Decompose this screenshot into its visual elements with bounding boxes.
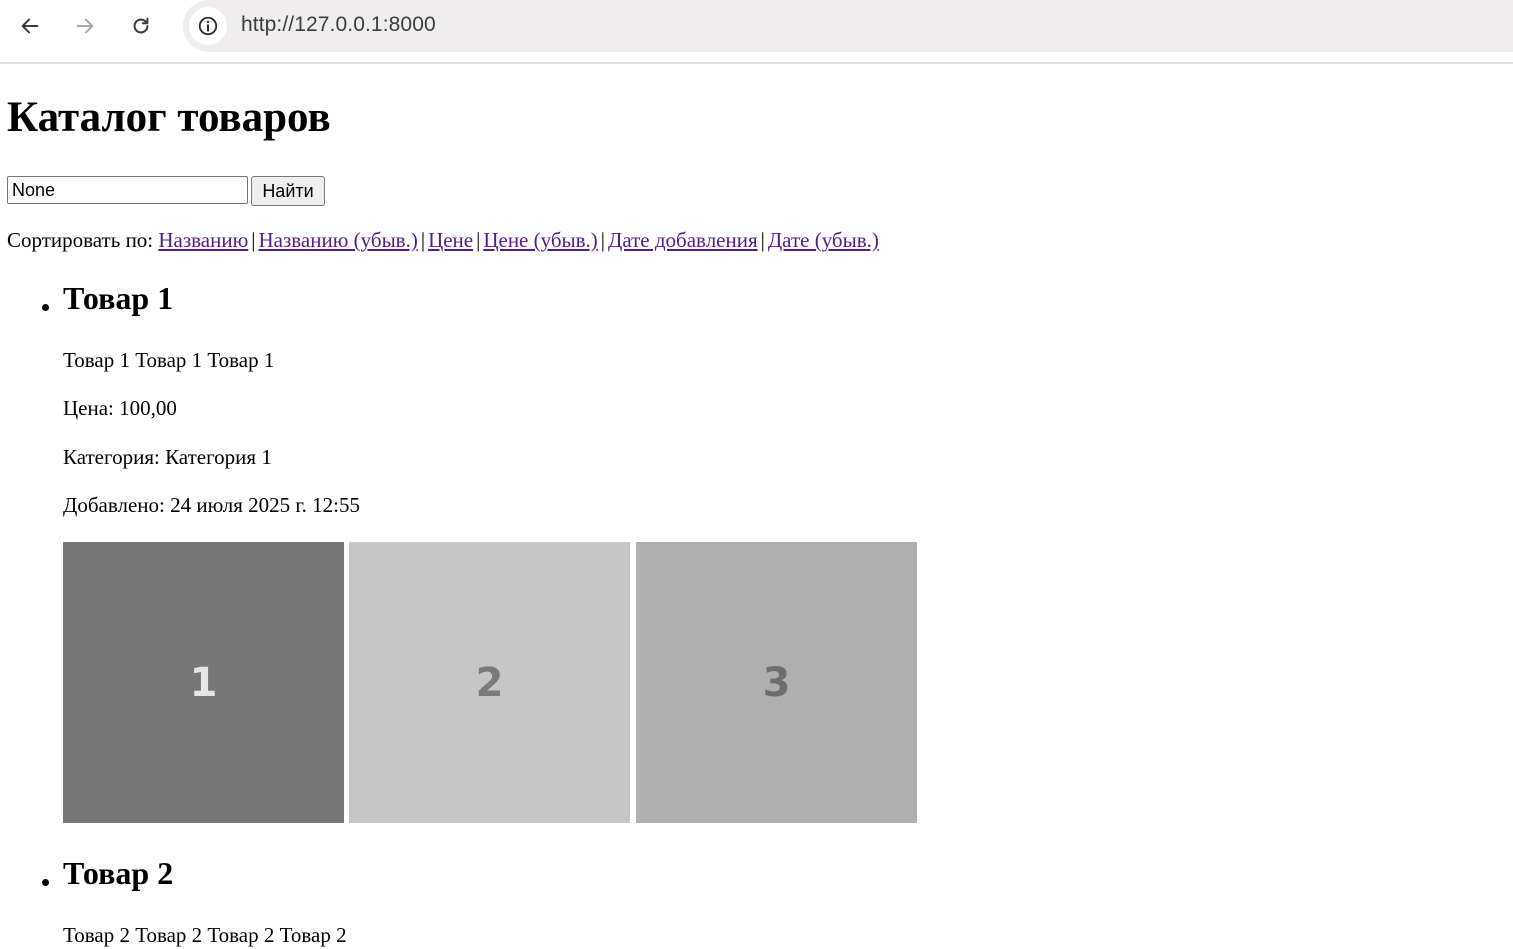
address-bar[interactable]: http://127.0.0.1:8000	[183, 0, 1513, 52]
browser-toolbar: http://127.0.0.1:8000	[0, 0, 1513, 64]
sort-separator: |	[600, 228, 606, 252]
sort-by-name-link[interactable]: Названию	[158, 228, 248, 252]
arrow-left-icon	[21, 18, 39, 34]
sort-separator: |	[476, 228, 481, 252]
sort-by-price-link[interactable]: Цене	[428, 228, 473, 252]
sort-by-date-desc-link[interactable]: Дате (убыв.)	[768, 228, 879, 252]
page-title: Каталог товаров	[7, 94, 331, 141]
url-text[interactable]: http://127.0.0.1:8000	[241, 13, 436, 37]
sort-by-name-desc-link[interactable]: Названию (убыв.)	[259, 228, 418, 252]
product-name: Товар 1	[63, 280, 174, 316]
info-icon	[198, 16, 218, 36]
sort-separator: |	[251, 228, 256, 252]
bullet	[42, 879, 49, 886]
image-number-label: 1	[189, 659, 218, 706]
product-description: Товар 1 Товар 1 Товар 1	[63, 348, 275, 372]
sort-label: Сортировать по:	[7, 228, 154, 252]
sort-bar: Сортировать по: Названию | Названию (убыв.…	[7, 228, 879, 253]
arrow-right-icon	[76, 18, 94, 34]
sort-separator: |	[420, 228, 426, 252]
reload-icon	[133, 17, 149, 34]
product-description: Товар 2 Товар 2 Товар 2 Товар 2	[63, 923, 347, 947]
product-image[interactable]: 2	[349, 542, 630, 823]
search-input[interactable]	[7, 176, 248, 204]
product-price: Цена: 100,00	[63, 396, 177, 420]
image-number-label: 2	[475, 659, 504, 706]
product-image[interactable]: 1	[63, 542, 344, 823]
product-added-date: Добавлено: 24 июля 2025 г. 12:55	[63, 493, 360, 517]
back-button[interactable]	[11, 7, 49, 45]
product-image[interactable]: 3	[636, 542, 917, 823]
product-name: Товар 2	[63, 855, 174, 891]
sort-by-price-desc-link[interactable]: Цене (убыв.)	[483, 228, 597, 252]
site-info-button[interactable]	[189, 7, 227, 45]
product-category: Категория: Категория 1	[63, 445, 272, 469]
bullet	[42, 304, 49, 311]
search-button[interactable]: Найти	[251, 176, 325, 206]
sort-by-date-link[interactable]: Дате добавления	[608, 228, 758, 252]
forward-button[interactable]	[66, 7, 104, 45]
reload-button[interactable]	[122, 7, 160, 45]
sort-separator: |	[760, 228, 765, 252]
image-number-label: 3	[762, 659, 791, 706]
